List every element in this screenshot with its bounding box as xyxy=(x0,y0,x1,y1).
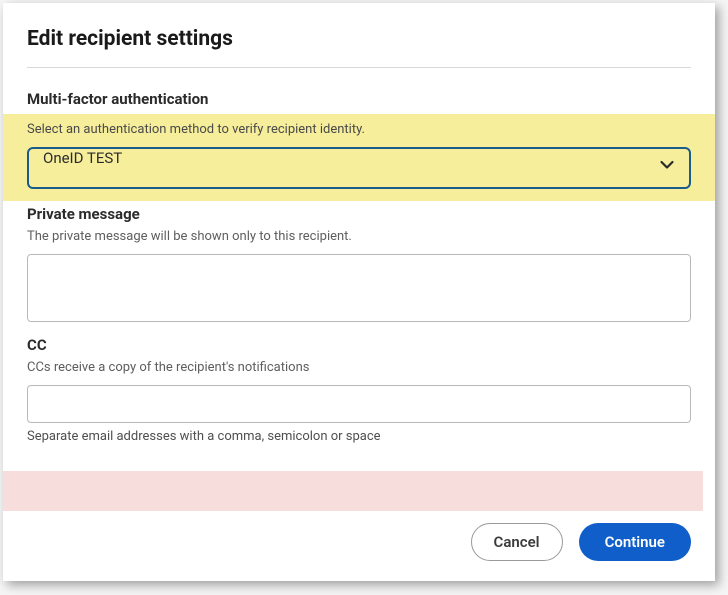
private-message-block: Private message The private message will… xyxy=(27,205,691,326)
mfa-helper-text: Select an authentication method to verif… xyxy=(27,122,691,137)
cc-description: CCs receive a copy of the recipient's no… xyxy=(27,360,691,375)
cc-section-label: CC xyxy=(27,336,691,354)
mfa-block: Select an authentication method to verif… xyxy=(3,114,715,201)
mfa-selected-value: OneID TEST xyxy=(43,149,122,167)
alert-bar xyxy=(3,471,703,511)
continue-button[interactable]: Continue xyxy=(579,523,691,561)
cc-hint: Separate email addresses with a comma, s… xyxy=(27,429,691,444)
dialog-title: Edit recipient settings xyxy=(27,27,691,51)
cc-block: CC CCs receive a copy of the recipient's… xyxy=(27,336,691,444)
private-message-description: The private message will be shown only t… xyxy=(27,229,691,244)
dialog-footer: Cancel Continue xyxy=(471,523,691,561)
cancel-button[interactable]: Cancel xyxy=(471,523,563,561)
divider xyxy=(27,67,691,68)
mfa-section-label: Multi-factor authentication xyxy=(27,90,691,108)
private-message-section-label: Private message xyxy=(27,205,691,223)
cc-input[interactable] xyxy=(27,385,691,423)
mfa-method-select[interactable]: OneID TEST xyxy=(27,147,691,189)
private-message-textarea[interactable] xyxy=(27,254,691,322)
edit-recipient-settings-dialog: Edit recipient settings Multi-factor aut… xyxy=(3,3,715,581)
mfa-select-wrap: OneID TEST xyxy=(27,147,691,189)
